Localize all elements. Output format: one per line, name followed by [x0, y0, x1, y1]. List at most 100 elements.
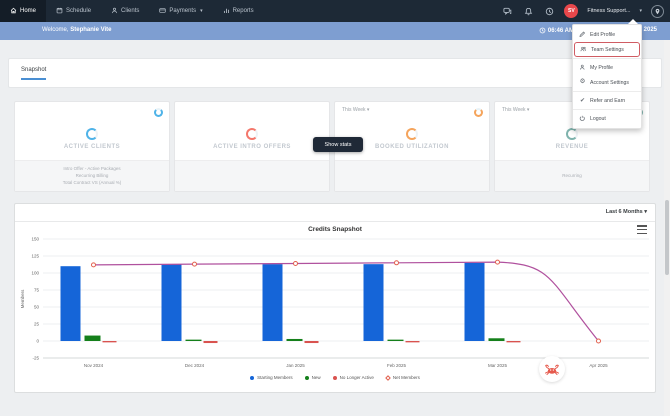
- loading-spinner-icon: [154, 108, 163, 117]
- chart-panel-header: Last 6 Months ▾: [15, 204, 655, 222]
- dropdown-item-label: Team Settings: [591, 47, 624, 53]
- nav-item-home[interactable]: Home: [0, 0, 46, 22]
- svg-text:Mar 2025: Mar 2025: [488, 363, 508, 368]
- chart-panel: Last 6 Months ▾ Credits Snapshot 1501251…: [14, 203, 656, 393]
- card-footer: Recurring: [495, 160, 649, 191]
- team-icon: [580, 46, 587, 53]
- dropdown-divider: [573, 91, 641, 92]
- svg-text:Apr 2025: Apr 2025: [589, 363, 608, 368]
- loading-spinner-icon: [246, 128, 258, 140]
- bell-icon[interactable]: [522, 5, 534, 17]
- current-time: 06:46 AM: [539, 27, 574, 34]
- clock-icon[interactable]: [543, 5, 555, 17]
- dropdown-item-label: Account Settings: [590, 80, 629, 86]
- svg-text:25: 25: [34, 322, 40, 327]
- net-members-marker-icon: [385, 375, 391, 381]
- svg-text:125: 125: [31, 254, 39, 259]
- legend-label: No Longer Active: [340, 375, 374, 380]
- dropdown-divider: [573, 109, 641, 110]
- home-icon: [10, 7, 17, 16]
- nav-item-payments[interactable]: Payments ▾: [149, 0, 212, 22]
- power-icon: [579, 115, 586, 122]
- avatar[interactable]: SV: [564, 4, 578, 18]
- legend-item-starting-members[interactable]: Starting Members: [250, 375, 293, 380]
- legend-item-net-members[interactable]: Net Members: [386, 375, 420, 380]
- profile-dropdown: Edit Profile Team Settings My Profile ⚙ Acco…: [572, 24, 642, 129]
- nav-item-label: Clients: [121, 8, 139, 14]
- legend-item-new[interactable]: New: [305, 375, 321, 380]
- nav-item-label: Home: [20, 8, 36, 14]
- card-footer: [175, 160, 329, 191]
- person-icon: [111, 7, 118, 16]
- dropdown-item-logout[interactable]: Logout: [573, 111, 641, 126]
- loading-spinner-icon: [86, 128, 98, 140]
- calendar-icon: [56, 7, 63, 16]
- show-stats-button[interactable]: Show stats: [313, 137, 363, 152]
- bar-chart-icon: [223, 7, 230, 16]
- legend-item-no-longer-active[interactable]: No Longer Active: [333, 375, 374, 380]
- main-nav: Home Schedule Clients Payments ▾ Reports: [0, 0, 264, 22]
- svg-text:Feb 2025: Feb 2025: [387, 363, 407, 368]
- dropdown-item-team-settings[interactable]: Team Settings: [574, 42, 640, 57]
- check-icon: ✔: [579, 97, 586, 104]
- kpi-card-active-clients: ACTIVE CLIENTSIntro Offer - Active Packa…: [14, 101, 170, 192]
- card-footer: Intro Offer - Active PackagesRecurring B…: [15, 160, 169, 191]
- loading-spinner-icon: [406, 128, 418, 140]
- range-selector[interactable]: Last 6 Months ▾: [606, 209, 647, 215]
- nav-item-label: Schedule: [66, 8, 91, 14]
- account-name[interactable]: Fitness Support...: [587, 8, 630, 14]
- card-footer-line: Intro Offer - Active Packages: [63, 166, 120, 172]
- svg-text:0: 0: [36, 339, 39, 344]
- dropdown-item-refer-and-earn[interactable]: ✔ Refer and Earn: [573, 93, 641, 108]
- svg-text:Dec 2024: Dec 2024: [185, 363, 205, 368]
- svg-text:50: 50: [34, 305, 40, 310]
- card-period-selector[interactable]: This Week ▾: [502, 107, 529, 113]
- crab-mascot-icon[interactable]: [539, 356, 565, 382]
- chart-title: Credits Snapshot: [15, 226, 655, 233]
- chevron-down-icon: ▾: [200, 8, 203, 14]
- chevron-down-icon[interactable]: ▾: [639, 8, 642, 14]
- dropdown-item-my-profile[interactable]: My Profile: [573, 60, 641, 75]
- scrollbar-thumb[interactable]: [665, 200, 669, 275]
- card-footer-line: Recurring Billing: [76, 173, 109, 179]
- svg-text:100: 100: [31, 271, 39, 276]
- location-pin-icon[interactable]: [651, 5, 664, 18]
- svg-text:Nov 2024: Nov 2024: [84, 363, 104, 368]
- dropdown-item-label: Logout: [590, 116, 606, 122]
- gear-icon: ⚙: [579, 79, 586, 86]
- tab-strip: Snapshot: [8, 58, 662, 88]
- nav-item-schedule[interactable]: Schedule: [46, 0, 101, 22]
- legend-label: Net Members: [393, 375, 420, 380]
- legend-label: New: [312, 375, 321, 380]
- nav-item-clients[interactable]: Clients: [101, 0, 149, 22]
- navbar-right: SV Fitness Support... ▾: [501, 0, 670, 22]
- dropdown-caret: [628, 19, 638, 24]
- legend-dot-icon: [333, 376, 337, 380]
- chevron-down-icon: ▾: [527, 107, 530, 113]
- card-footer-line: Total Contract VS (Annual %): [63, 180, 122, 186]
- card-footer: [335, 160, 489, 191]
- credits-snapshot-chart: 1501251007550250-25MembersNov 2024Dec 20…: [15, 233, 657, 376]
- card-icon: [159, 7, 166, 16]
- nav-item-label: Reports: [233, 8, 254, 14]
- chevron-down-icon: ▾: [367, 107, 370, 113]
- svg-text:Members: Members: [20, 289, 25, 309]
- nav-item-label: Payments: [169, 8, 196, 14]
- current-date-fragment: 2025: [644, 27, 657, 33]
- pencil-icon: [579, 31, 586, 38]
- loading-spinner-icon: [566, 128, 578, 140]
- loading-spinner-icon: [474, 108, 483, 117]
- chevron-down-icon: ▾: [644, 209, 647, 215]
- dropdown-item-label: Refer and Earn: [590, 98, 625, 104]
- dropdown-item-edit-profile[interactable]: Edit Profile: [573, 27, 641, 42]
- person-icon: [579, 64, 586, 71]
- kpi-card-active-intro-offers: ACTIVE INTRO OFFERS: [174, 101, 330, 192]
- tab-snapshot[interactable]: Snapshot: [21, 67, 46, 80]
- chat-icon[interactable]: [501, 5, 513, 17]
- card-title: ACTIVE INTRO OFFERS: [175, 144, 329, 150]
- dropdown-item-account-settings[interactable]: ⚙ Account Settings: [573, 75, 641, 90]
- top-navbar: Home Schedule Clients Payments ▾ Reports SV F…: [0, 0, 670, 22]
- dropdown-item-label: My Profile: [590, 65, 613, 71]
- nav-item-reports[interactable]: Reports: [213, 0, 264, 22]
- card-period-selector[interactable]: This Week ▾: [342, 107, 369, 113]
